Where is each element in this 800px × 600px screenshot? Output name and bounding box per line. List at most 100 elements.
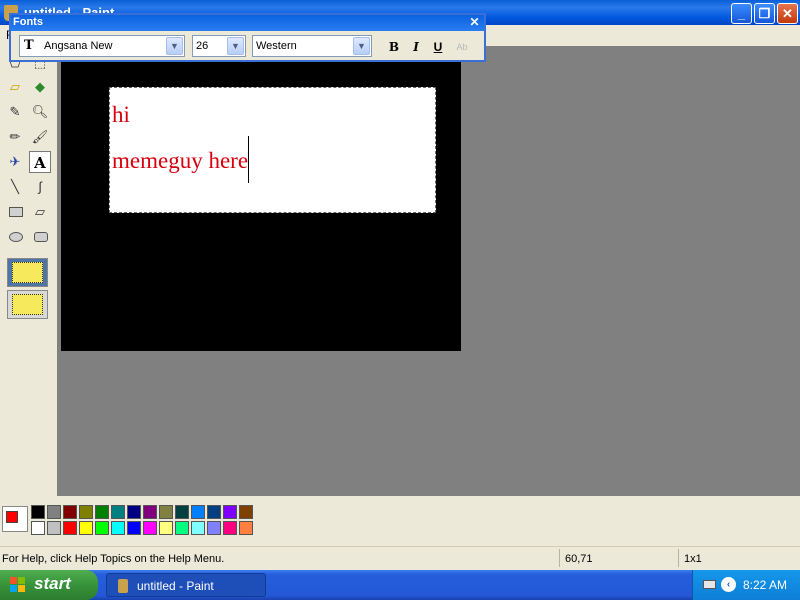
text-line-1: hi (112, 102, 130, 127)
color-swatch[interactable] (159, 521, 173, 535)
color-swatch[interactable] (223, 505, 237, 519)
paint-bucket-icon: ◆ (35, 79, 45, 94)
pencil-icon: ✏︎ (9, 129, 21, 144)
keyboard-icon[interactable] (703, 580, 716, 589)
text-line-2: memeguy here (112, 148, 249, 173)
color-swatch[interactable] (111, 521, 125, 535)
close-button[interactable]: ✕ (777, 3, 798, 24)
fonts-toolbar: Fonts ✕ T Angsana New ▼ 26 ▼ Western ▼ B… (9, 13, 486, 62)
close-icon: ✕ (782, 6, 793, 21)
pick-color-tool[interactable]: ✎ (4, 101, 26, 123)
font-size-select[interactable]: 26 ▼ (192, 35, 246, 57)
current-colors[interactable] (2, 506, 28, 532)
rounded-rectangle-tool[interactable] (29, 226, 51, 248)
brush-tool[interactable]: 🖌︎ (29, 126, 51, 148)
rectangle-tool[interactable] (4, 201, 26, 223)
color-swatch[interactable] (63, 505, 77, 519)
tray-clock[interactable]: 8:22 AM (743, 578, 787, 592)
color-swatch[interactable] (207, 505, 221, 519)
color-swatch[interactable] (143, 521, 157, 535)
text-tool[interactable]: A (29, 151, 51, 173)
color-swatch[interactable] (47, 521, 61, 535)
color-swatch[interactable] (239, 521, 253, 535)
ellipse-tool[interactable] (4, 226, 26, 248)
opaque-option-icon (12, 262, 43, 283)
restore-button[interactable]: ❐ (754, 3, 775, 24)
color-swatch[interactable] (207, 521, 221, 535)
color-swatch[interactable] (47, 505, 61, 519)
status-coordinates: 60,71 (565, 553, 593, 565)
minimize-button[interactable]: _ (731, 3, 752, 24)
system-tray: ‹ 8:22 AM (692, 570, 800, 600)
underline-button[interactable]: U (429, 39, 447, 56)
polygon-icon: ▱ (35, 204, 45, 219)
text-a-icon: A (34, 154, 46, 172)
eraser-tool[interactable]: ▱ (4, 76, 26, 98)
curve-tool[interactable]: ∫ (29, 176, 51, 198)
chevron-down-icon[interactable]: ▼ (227, 37, 244, 55)
fill-tool[interactable]: ◆ (29, 76, 51, 98)
color-swatch[interactable] (191, 505, 205, 519)
chevron-down-icon[interactable]: ▼ (166, 37, 183, 55)
line-tool[interactable]: ╲ (4, 176, 26, 198)
color-swatch[interactable] (159, 505, 173, 519)
truetype-font-icon: T (24, 38, 34, 53)
vertical-text-button[interactable]: Ab (453, 39, 471, 56)
color-swatch[interactable] (127, 505, 141, 519)
color-swatch[interactable] (63, 521, 77, 535)
color-swatch[interactable] (111, 505, 125, 519)
color-swatch[interactable] (175, 505, 189, 519)
color-swatch[interactable] (127, 521, 141, 535)
taskbar-item-paint[interactable]: untitled - Paint (106, 573, 266, 597)
status-separator (559, 549, 560, 567)
eraser-icon: ▱ (10, 79, 20, 94)
pencil-tool[interactable]: ✏︎ (4, 126, 26, 148)
color-swatch[interactable] (239, 505, 253, 519)
color-swatch[interactable] (191, 521, 205, 535)
color-swatch[interactable] (79, 521, 93, 535)
fonts-close-button[interactable]: ✕ (468, 16, 481, 29)
color-swatch[interactable] (143, 505, 157, 519)
color-swatch[interactable] (31, 521, 45, 535)
fonts-toolbar-title-bar[interactable]: Fonts ✕ (11, 15, 484, 31)
color-box (0, 496, 800, 546)
color-swatch[interactable] (79, 505, 93, 519)
color-swatch[interactable] (223, 521, 237, 535)
bold-button[interactable]: B (385, 39, 403, 56)
tool-box: ⬠ ⬚ ▱ ◆ ✎ 🔍︎ ✏︎ 🖌︎ ✈︎ A ╲ ∫ ▱ (0, 46, 57, 496)
curve-icon: ∫ (38, 179, 42, 194)
status-separator (678, 549, 679, 567)
transparent-background-option[interactable] (7, 290, 48, 319)
magnifier-tool[interactable]: 🔍︎ (29, 101, 51, 123)
taskbar: start untitled - Paint ‹ 8:22 AM (0, 570, 800, 600)
font-name-value: Angsana New (44, 40, 113, 52)
status-help-text: For Help, click Help Topics on the Help … (2, 553, 225, 565)
chevron-left-icon[interactable]: ‹ (721, 577, 736, 592)
foreground-color-swatch[interactable] (6, 511, 18, 523)
airbrush-icon: ✈︎ (9, 154, 21, 169)
color-swatch[interactable] (95, 505, 109, 519)
minimize-icon: _ (737, 6, 746, 21)
start-button[interactable]: start (0, 570, 98, 600)
polygon-tool[interactable]: ▱ (29, 201, 51, 223)
font-script-select[interactable]: Western ▼ (252, 35, 372, 57)
rounded-rectangle-icon (34, 232, 48, 242)
color-swatch[interactable] (31, 505, 45, 519)
chevron-down-icon[interactable]: ▼ (353, 37, 370, 55)
color-swatch[interactable] (175, 521, 189, 535)
color-swatch[interactable] (95, 521, 109, 535)
italic-button[interactable]: I (407, 39, 425, 56)
font-name-select[interactable]: T Angsana New ▼ (19, 35, 185, 57)
start-label: start (34, 574, 71, 593)
text-input-box[interactable]: hi memeguy here (109, 87, 436, 213)
brush-icon: 🖌︎ (31, 129, 49, 144)
status-selection-size: 1x1 (684, 553, 702, 565)
status-bar: For Help, click Help Topics on the Help … (0, 546, 800, 570)
airbrush-tool[interactable]: ✈︎ (4, 151, 26, 173)
magnifier-icon: 🔍︎ (31, 104, 49, 119)
close-icon: ✕ (469, 15, 480, 29)
fonts-toolbar-title: Fonts (13, 16, 43, 28)
rectangle-icon (9, 207, 23, 217)
opaque-background-option[interactable] (7, 258, 48, 287)
line-icon: ╲ (11, 179, 19, 194)
